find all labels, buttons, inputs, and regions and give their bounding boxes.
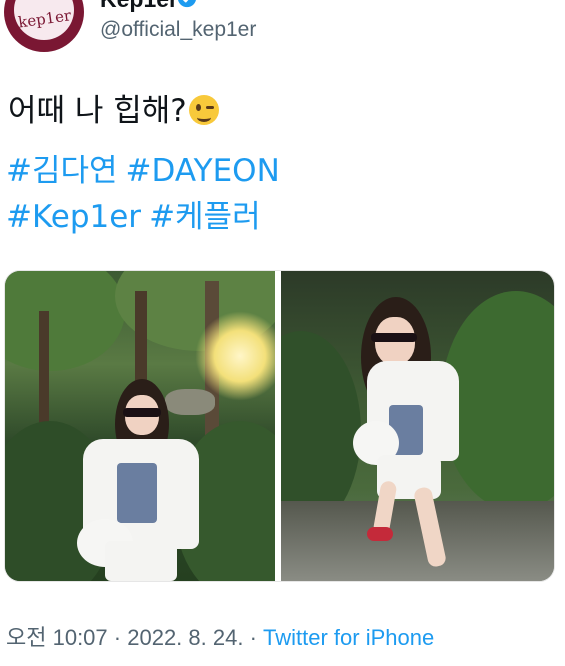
tweet-time[interactable]: 오전 10:07 <box>6 625 108 650</box>
sunglasses <box>123 408 161 417</box>
more-options-icon[interactable]: ••• <box>526 0 555 10</box>
verified-badge-icon <box>178 0 196 8</box>
user-handle[interactable]: @official_kep1er <box>100 18 256 42</box>
tweet-text: 어때 나 힙해? <box>8 92 219 130</box>
hashtag-line-2: #Kep1er #케플러 <box>6 194 288 240</box>
avatar[interactable]: kep1er <box>4 0 84 52</box>
hashtag-link[interactable]: #김다연 <box>6 153 118 189</box>
sunglasses <box>371 333 417 342</box>
display-name[interactable]: Kep1er <box>100 0 178 13</box>
foliage <box>5 271 125 371</box>
red-sneaker <box>367 527 393 541</box>
metadata-separator: · <box>113 625 122 650</box>
media-gallery <box>4 270 555 582</box>
hashtag-link[interactable]: #케플러 <box>149 199 261 235</box>
tweet-date[interactable]: 2022. 8. 24. <box>127 625 243 650</box>
winking-face-emoji-icon <box>188 95 219 125</box>
photo-1[interactable] <box>5 271 275 581</box>
tweet-source-link[interactable]: Twitter for iPhone <box>263 625 434 650</box>
hashtag-list: #김다연 #DAYEON #Kep1er #케플러 <box>6 148 288 240</box>
photo-2[interactable] <box>281 271 554 581</box>
hashtag-link[interactable]: #DAYEON <box>126 153 280 189</box>
tweet-metadata: 오전 10:07 · 2022. 8. 24. · Twitter for iP… <box>6 620 434 652</box>
metadata-separator: · <box>249 625 257 650</box>
rock <box>165 389 215 415</box>
hashtag-link[interactable]: #Kep1er <box>6 199 141 235</box>
hashtag-line-1: #김다연 #DAYEON <box>6 148 288 194</box>
tweet-text-content: 어때 나 힙해? <box>8 93 187 129</box>
person-shorts <box>105 541 177 581</box>
sunlight <box>195 311 275 401</box>
shirt-print <box>117 463 157 523</box>
